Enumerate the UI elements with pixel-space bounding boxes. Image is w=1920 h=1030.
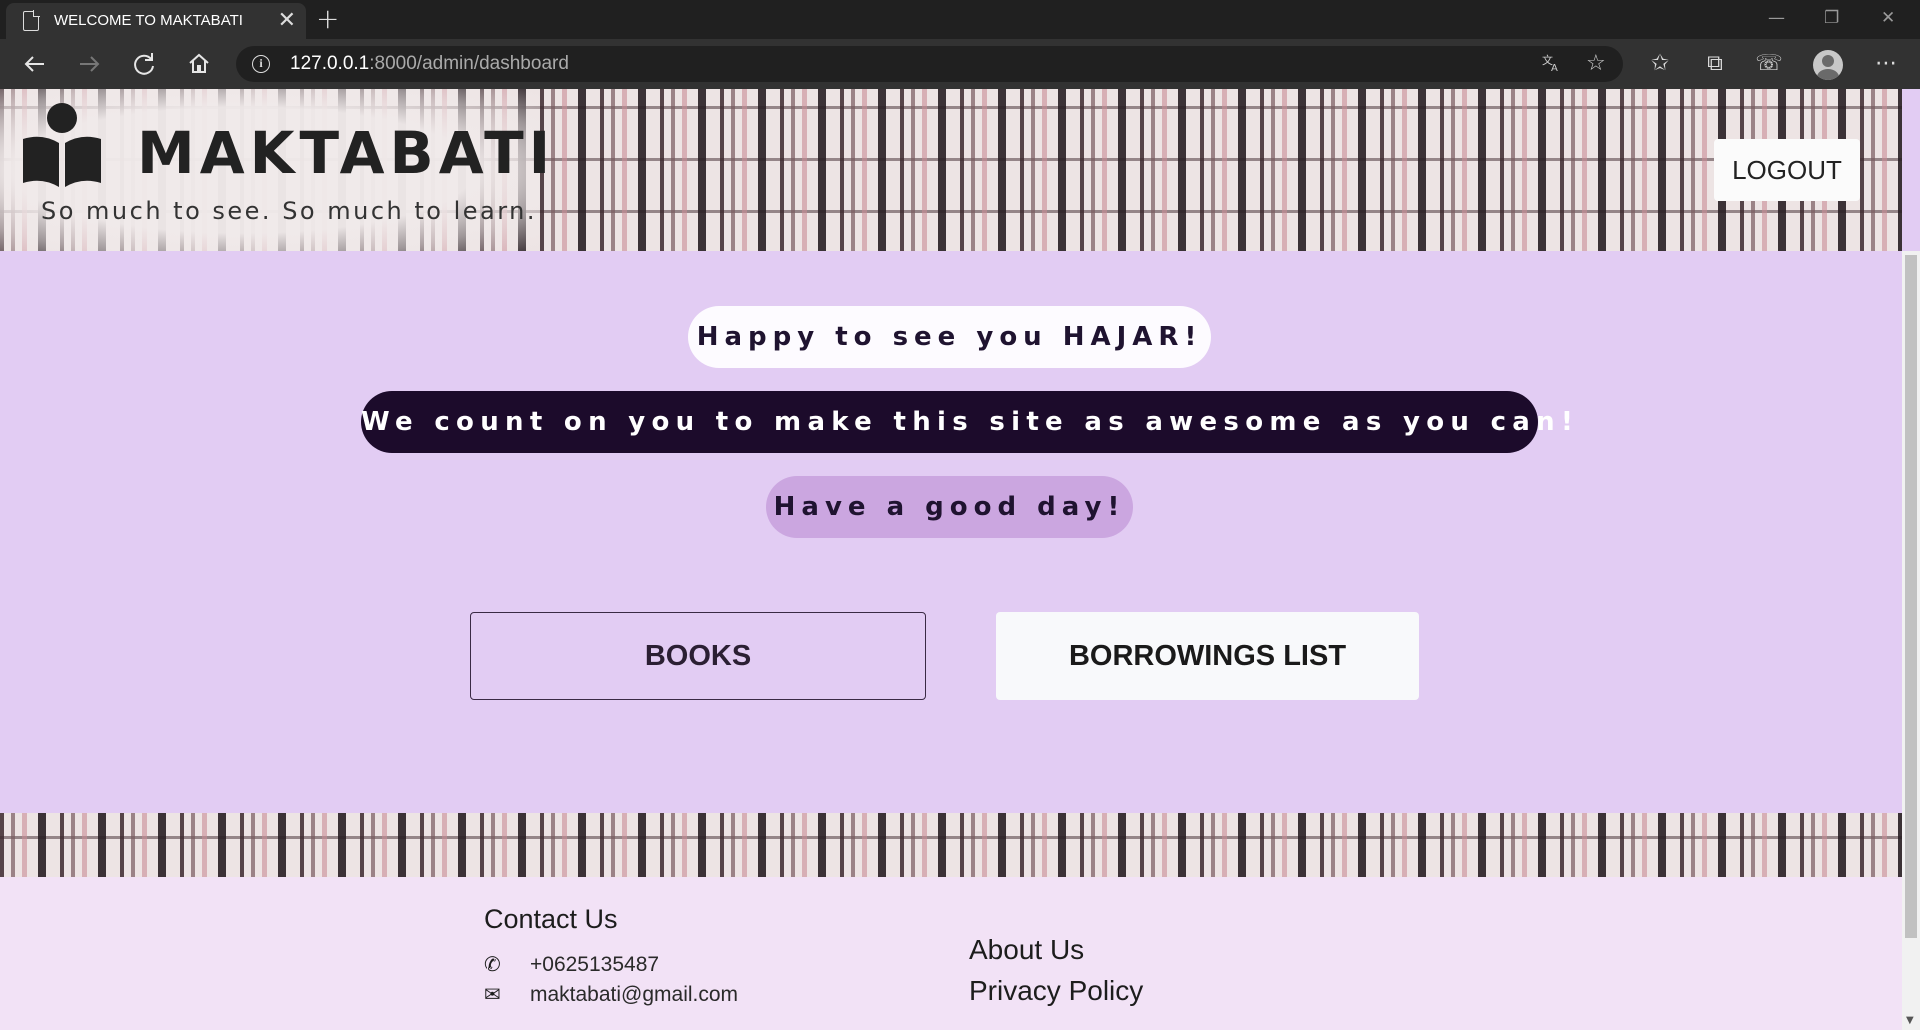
profile-avatar[interactable] [1813,50,1843,80]
contact-email: ✉ maktabati@gmail.com [484,982,738,1007]
phone-icon: ✆ [484,954,501,976]
footer-banner [0,813,1902,877]
footer: Contact Us ✆ +0625135487 ✉ maktabati@gmail… [0,877,1902,1030]
envelope-icon: ✉ [484,984,501,1006]
encouragement-message: We count on you to make this site as awe… [361,391,1573,453]
scrollbar-thumb[interactable] [1905,255,1917,938]
tab-close-icon[interactable]: ✕ [278,7,296,33]
page-scrollbar[interactable]: ▼ [1902,251,1920,1030]
close-window-button[interactable]: ✕ [1881,4,1895,32]
brand-name[interactable]: MAKTABATI [137,120,555,186]
good-day-message: Have a good day! [766,476,1133,538]
borrowings-list-button[interactable]: BORROWINGS LIST [996,612,1419,700]
logout-button[interactable]: LOGOUT [1714,139,1860,201]
books-button[interactable]: BOOKS [470,612,926,700]
feedback-icon[interactable]: ☏ [1753,49,1785,79]
favorite-star-icon[interactable]: ☆ [1586,51,1606,77]
restore-button[interactable]: ❐ [1824,4,1839,32]
browser-tab-strip: WELCOME TO MAKTABATI ✕ + — ❐ ✕ [0,0,1920,39]
scroll-down-icon[interactable]: ▼ [1906,1015,1914,1026]
privacy-policy-link[interactable]: Privacy Policy [969,975,1143,1007]
page-icon [23,10,40,31]
minimize-button[interactable]: — [1768,4,1785,32]
forward-arrow-icon[interactable] [72,47,106,81]
browser-toolbar: i 127.0.0.1:8000/admin/dashboard 文A ☆ ✩ … [0,39,1920,89]
home-icon[interactable] [182,47,216,81]
about-us-link[interactable]: About Us [969,934,1084,966]
contact-title: Contact Us [484,904,618,934]
brand-tagline: So much to see. So much to learn. [41,197,538,225]
email-address: maktabati@gmail.com [530,983,739,1006]
phone-number: +0625135487 [530,953,660,976]
tab-title: WELCOME TO MAKTABATI [54,12,243,29]
more-menu-icon[interactable]: ⋯ [1870,49,1902,79]
collections-icon[interactable]: ⧉ [1699,49,1731,79]
back-arrow-icon[interactable] [18,47,52,81]
header-banner: MAKTABATI So much to see. So much to lea… [0,89,1902,251]
page-content: MAKTABATI So much to see. So much to lea… [0,89,1902,1030]
favorites-icon[interactable]: ✩ [1644,49,1676,79]
contact-phone: ✆ +0625135487 [484,952,659,977]
site-info-icon[interactable]: i [252,55,270,73]
book-reader-logo-icon [23,103,101,187]
svg-text:A: A [1551,63,1558,73]
refresh-icon[interactable] [127,47,161,81]
browser-tab[interactable]: WELCOME TO MAKTABATI ✕ [6,3,306,39]
translate-icon[interactable]: 文A [1541,51,1563,80]
new-tab-button[interactable]: + [316,2,339,36]
url-text: 127.0.0.1:8000/admin/dashboard [290,53,569,74]
greeting-message: Happy to see you HAJAR! [688,306,1211,368]
address-bar[interactable]: i 127.0.0.1:8000/admin/dashboard 文A ☆ [236,46,1623,82]
